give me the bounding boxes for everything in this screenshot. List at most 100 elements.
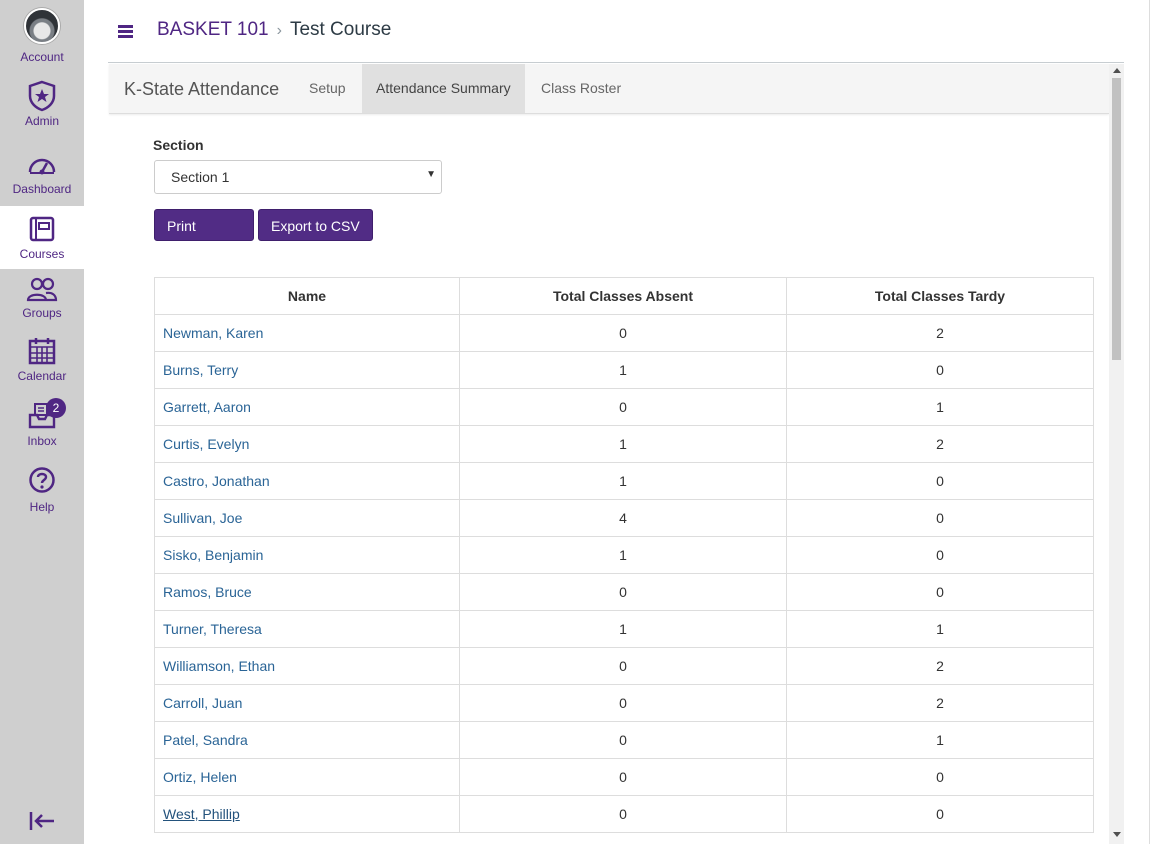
tardy-count-cell: 0 (786, 536, 1094, 574)
absent-count-cell: 0 (459, 314, 787, 352)
student-name-cell: Castro, Jonathan (154, 462, 460, 500)
student-name-cell: Sullivan, Joe (154, 499, 460, 537)
attendance-summary-table: Name Total Classes Absent Total Classes … (154, 277, 1094, 833)
nav-groups-label: Groups (22, 306, 62, 320)
tardy-count-cell: 0 (786, 499, 1094, 537)
col-header-tardy: Total Classes Tardy (786, 277, 1094, 315)
absent-count-cell: 0 (459, 647, 787, 685)
groups-people-icon (26, 277, 58, 302)
scroll-down-arrow-icon[interactable] (1113, 832, 1121, 837)
table-row: Williamson, Ethan 0 2 (154, 647, 1094, 685)
absent-count-cell: 1 (459, 351, 787, 389)
student-name-cell: Burns, Terry (154, 351, 460, 389)
student-name-link[interactable]: Garrett, Aaron (163, 399, 251, 415)
table-row: Castro, Jonathan 1 0 (154, 462, 1094, 500)
header-divider (108, 62, 1124, 63)
table-row: Sullivan, Joe 4 0 (154, 499, 1094, 537)
calendar-icon (28, 338, 56, 365)
student-name-link[interactable]: Curtis, Evelyn (163, 436, 249, 452)
nav-help[interactable]: Help (0, 466, 84, 514)
tardy-count-cell: 0 (786, 795, 1094, 833)
tardy-count-cell: 0 (786, 573, 1094, 611)
content-scrollbar[interactable] (1109, 64, 1124, 844)
tab-class-roster[interactable]: Class Roster (527, 64, 635, 113)
absent-count-cell: 0 (459, 388, 787, 426)
student-name-link[interactable]: West, Phillip (163, 806, 240, 822)
dropdown-arrow-icon: ▼ (426, 169, 436, 180)
nav-dashboard-label: Dashboard (12, 182, 72, 196)
nav-courses[interactable]: Courses (0, 206, 84, 269)
absent-count-cell: 0 (459, 684, 787, 722)
export-csv-button[interactable]: Export to CSV (258, 209, 373, 241)
breadcrumb: BASKET 101 › Test Course (157, 19, 391, 41)
student-name-cell: Turner, Theresa (154, 610, 460, 648)
student-name-cell: West, Phillip (154, 795, 460, 833)
student-name-link[interactable]: Castro, Jonathan (163, 473, 270, 489)
collapse-nav-icon[interactable] (28, 810, 56, 837)
section-select-value: Section 1 (171, 169, 230, 185)
table-row: Curtis, Evelyn 1 2 (154, 425, 1094, 463)
tardy-count-cell: 0 (786, 758, 1094, 796)
student-name-link[interactable]: Patel, Sandra (163, 732, 248, 748)
absent-count-cell: 4 (459, 499, 787, 537)
absent-count-cell: 1 (459, 425, 787, 463)
student-name-cell: Curtis, Evelyn (154, 425, 460, 463)
student-name-cell: Sisko, Benjamin (154, 536, 460, 574)
tardy-count-cell: 1 (786, 610, 1094, 648)
student-name-link[interactable]: Williamson, Ethan (163, 658, 275, 674)
nav-dashboard[interactable]: Dashboard (0, 152, 84, 196)
nav-courses-label: Courses (19, 247, 65, 261)
nav-calendar-label: Calendar (17, 369, 67, 383)
absent-count-cell: 1 (459, 462, 787, 500)
absent-count-cell: 1 (459, 536, 787, 574)
breadcrumb-chevron-icon: › (276, 22, 282, 39)
student-name-link[interactable]: Ramos, Bruce (163, 584, 252, 600)
absent-count-cell: 0 (459, 573, 787, 611)
nav-calendar[interactable]: Calendar (0, 337, 84, 383)
print-report-button[interactable]: Print Report (154, 209, 254, 266)
nav-inbox-label: Inbox (27, 434, 57, 448)
inbox-unread-badge: 2 (46, 398, 66, 418)
tardy-count-cell: 0 (786, 462, 1094, 500)
tab-attendance-summary[interactable]: Attendance Summary (362, 64, 525, 113)
table-row: Burns, Terry 1 0 (154, 351, 1094, 389)
student-name-link[interactable]: Burns, Terry (163, 362, 238, 378)
nav-inbox[interactable]: 2 Inbox (0, 398, 84, 448)
student-name-cell: Newman, Karen (154, 314, 460, 352)
student-name-link[interactable]: Carroll, Juan (163, 695, 242, 711)
nav-admin[interactable]: Admin (0, 80, 84, 128)
scrollbar-thumb[interactable] (1112, 78, 1121, 360)
section-label: Section (153, 137, 204, 153)
window-edge (1149, 0, 1150, 844)
student-name-link[interactable]: Turner, Theresa (163, 621, 262, 637)
table-row: Patel, Sandra 0 1 (154, 721, 1094, 759)
tardy-count-cell: 1 (786, 388, 1094, 426)
nav-account[interactable]: Account (0, 8, 84, 64)
section-select[interactable]: Section 1 ▼ (154, 160, 442, 194)
student-name-link[interactable]: Ortiz, Helen (163, 769, 237, 785)
global-nav: Account Admin Dashboard Courses Groups C… (0, 0, 84, 844)
scroll-up-arrow-icon[interactable] (1113, 68, 1121, 73)
student-name-link[interactable]: Newman, Karen (163, 325, 263, 341)
student-name-link[interactable]: Sisko, Benjamin (163, 547, 263, 563)
breadcrumb-course-link[interactable]: BASKET 101 (157, 19, 269, 40)
tardy-count-cell: 1 (786, 721, 1094, 759)
course-menu-toggle-icon[interactable] (118, 25, 134, 39)
col-header-name: Name (154, 277, 460, 315)
tab-setup[interactable]: Setup (295, 64, 360, 113)
tardy-count-cell: 0 (786, 351, 1094, 389)
student-name-link[interactable]: Sullivan, Joe (163, 510, 242, 526)
nav-groups[interactable]: Groups (0, 276, 84, 320)
student-name-cell: Garrett, Aaron (154, 388, 460, 426)
student-name-cell: Williamson, Ethan (154, 647, 460, 685)
table-row: Newman, Karen 0 2 (154, 314, 1094, 352)
absent-count-cell: 0 (459, 795, 787, 833)
col-header-absent: Total Classes Absent (459, 277, 787, 315)
nav-account-label: Account (20, 50, 64, 64)
table-row: West, Phillip 0 0 (154, 795, 1094, 833)
absent-count-cell: 0 (459, 758, 787, 796)
student-name-cell: Patel, Sandra (154, 721, 460, 759)
table-body: Newman, Karen 0 2 Burns, Terry 1 0 Garrett, Aa… (154, 314, 1094, 833)
help-question-icon (29, 467, 55, 493)
absent-count-cell: 1 (459, 610, 787, 648)
